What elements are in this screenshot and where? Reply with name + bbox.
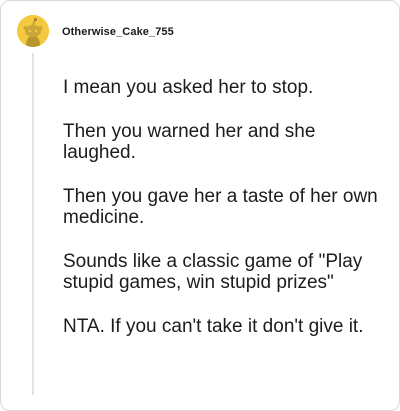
comment-card: Otherwise_Cake_755 I mean you asked her … [0, 0, 400, 411]
comment-paragraph: Then you gave her a taste of her own med… [63, 186, 378, 228]
comment-paragraph: Sounds like a classic game of "Play stup… [63, 251, 363, 293]
avatar[interactable] [17, 15, 49, 47]
comment-paragraph: I mean you asked her to stop. [63, 77, 314, 98]
comment-author[interactable]: Otherwise_Cake_755 [62, 26, 174, 38]
comment-paragraph: Then you warned her and she laughed. [63, 121, 316, 163]
thread-collapse-line[interactable] [32, 53, 34, 395]
snoo-avatar-icon [17, 15, 49, 47]
comment-body: I mean you asked her to stop. Then you w… [63, 77, 379, 360]
comment-paragraph: NTA. If you can't take it don't give it. [63, 316, 364, 337]
